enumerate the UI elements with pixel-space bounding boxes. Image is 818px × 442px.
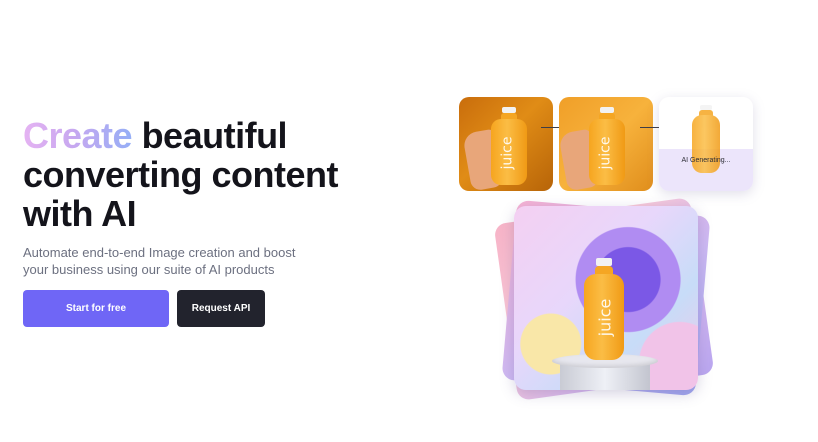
bottle-logo-text: juice — [595, 298, 615, 337]
generated-image-card: juice — [514, 206, 698, 390]
bottle-logo-text: juice — [499, 136, 516, 170]
bottle-logo-text: juice — [597, 136, 614, 170]
headline-highlight: Create — [23, 115, 133, 156]
hero-copy: Create beautiful converting content with… — [23, 116, 383, 278]
hero-subtitle: Automate end-to-end Image creation and b… — [23, 245, 296, 277]
bottle-image — [691, 105, 721, 175]
ai-generating-thumbnail: AI Generating... — [659, 97, 753, 191]
processed-photo-thumbnail: juice — [559, 97, 653, 191]
request-api-button[interactable]: Request API — [177, 290, 265, 327]
original-photo-thumbnail: juice — [459, 97, 553, 191]
bottle-image: juice — [582, 258, 626, 360]
bottle-image: juice — [489, 107, 529, 187]
headline-line3: with AI — [23, 193, 137, 234]
cta-row: Start for free Request API — [23, 290, 265, 327]
headline-line2: converting content — [23, 154, 339, 195]
ai-generating-label: AI Generating... — [681, 157, 731, 164]
headline-line1-rest: beautiful — [132, 115, 288, 156]
start-for-free-button[interactable]: Start for free — [23, 290, 169, 327]
hero-headline: Create beautiful converting content with… — [23, 116, 383, 233]
bottle-image: juice — [587, 107, 627, 187]
